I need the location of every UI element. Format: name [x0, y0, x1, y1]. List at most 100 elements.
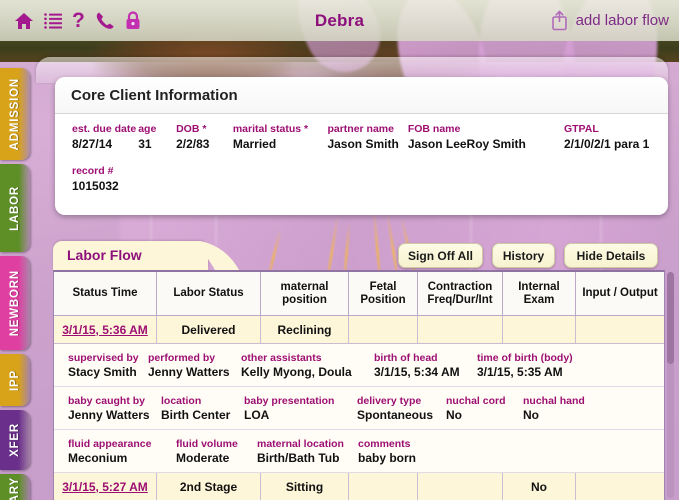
sidebar-item-label: IPP — [9, 370, 21, 391]
core-field-label: GTPAL — [564, 123, 668, 136]
detail-field-label: supervised by — [68, 352, 148, 365]
table-cell — [349, 316, 418, 343]
table-cell: Reclining — [261, 316, 349, 343]
sidebar-item-admission[interactable]: ADMISSION — [0, 68, 30, 160]
core-field-label: FOB name — [408, 123, 564, 136]
table-cell — [576, 316, 664, 343]
detail-field: time of birth (body)3/1/15, 5:35 AM — [477, 352, 597, 380]
row-detail-block: supervised byStacy Smithperformed byJenn… — [54, 344, 664, 387]
core-field: record #1015032 — [72, 165, 192, 194]
vertical-scrollbar[interactable] — [667, 272, 674, 498]
core-field-value: 1015032 — [72, 178, 192, 194]
core-field-value: Married — [233, 136, 328, 152]
table-body: 3/1/15, 5:36 AMDeliveredRecliningsupervi… — [54, 316, 664, 500]
detail-field-value: Spontaneous — [357, 408, 446, 423]
table-cell: No — [503, 473, 576, 500]
detail-field: delivery typeSpontaneous — [357, 395, 446, 423]
core-field-label: marital status * — [233, 123, 328, 136]
sidebar-item-label: SUMMARY — [9, 477, 21, 500]
hide-details-button[interactable]: Hide Details — [564, 243, 658, 268]
detail-field-label: baby caught by — [68, 395, 161, 408]
core-field-label: est. due date — [72, 123, 138, 136]
detail-field-label: nuchal cord — [446, 395, 523, 408]
detail-field-value: LOA — [244, 408, 357, 423]
detail-field-label: other assistants — [241, 352, 374, 365]
detail-field-value: Kelly Myong, Doula — [241, 365, 374, 380]
core-client-information-card: Core Client Information est. due date8/2… — [55, 77, 668, 215]
detail-field-value: Jenny Watters — [148, 365, 241, 380]
labor-flow-table: Status TimeLabor StatusmaternalpositionF… — [53, 270, 665, 500]
core-field: marital status *Married — [233, 123, 328, 152]
detail-field-value: No — [523, 408, 603, 423]
sidebar-item-summary[interactable]: SUMMARY — [0, 474, 30, 500]
sidebar-item-label: NEWBORN — [9, 270, 21, 336]
core-field-label: partner name — [327, 123, 407, 136]
table-cell: 3/1/15, 5:36 AM — [54, 316, 157, 343]
sidebar-item-xfer[interactable]: XFER — [0, 410, 30, 470]
detail-field-label: location — [161, 395, 244, 408]
core-field-value: Jason LeeRoy Smith — [408, 136, 564, 152]
table-cell — [576, 473, 664, 500]
table-cell: 3/1/15, 5:27 AM — [54, 473, 157, 500]
core-field-row-2: record #1015032 — [55, 152, 668, 194]
detail-field-value: Moderate — [176, 451, 257, 466]
table-row[interactable]: 3/1/15, 5:36 AM DeliveredReclining — [54, 316, 664, 344]
sidebar-item-label: LABOR — [9, 186, 21, 231]
core-field-label: DOB * — [176, 123, 233, 136]
detail-field-label: nuchal hand — [523, 395, 603, 408]
core-field: age31 — [138, 123, 176, 152]
detail-field-label: delivery type — [357, 395, 446, 408]
detail-field-label: time of birth (body) — [477, 352, 597, 365]
share-upload-icon — [550, 10, 569, 31]
column-header[interactable]: FetalPosition — [349, 272, 418, 315]
row-detail-block: baby caught byJenny WatterslocationBirth… — [54, 387, 664, 430]
sidebar-item-newborn[interactable]: NEWBORN — [0, 256, 30, 350]
status-time-link[interactable]: 3/1/15, 5:36 AM — [62, 323, 148, 337]
detail-field: commentsbaby born — [358, 438, 458, 466]
table-cell — [349, 473, 418, 500]
table-cell: Delivered — [157, 316, 261, 343]
table-cell: Sitting — [261, 473, 349, 500]
core-field-row-1: est. due date8/27/14age31DOB *2/2/83mari… — [55, 114, 668, 152]
table-cell — [418, 316, 503, 343]
table-cell — [418, 473, 503, 500]
sidebar-item-ipp[interactable]: IPP — [0, 354, 30, 406]
column-header[interactable]: maternalposition — [261, 272, 349, 315]
core-field-value: Jason Smith — [327, 136, 407, 152]
column-header[interactable]: ContractionFreq/Dur/Int — [418, 272, 503, 315]
detail-field: performed byJenny Watters — [148, 352, 241, 380]
column-header[interactable]: Labor Status — [157, 272, 261, 315]
table-header-row: Status TimeLabor StatusmaternalpositionF… — [54, 272, 664, 316]
labor-flow-tab[interactable]: Labor Flow — [53, 241, 208, 270]
top-toolbar: ? Debra add labor flow — [0, 0, 679, 41]
table-cell — [503, 316, 576, 343]
detail-field-label: birth of head — [374, 352, 477, 365]
core-field-value: 2/2/83 — [176, 136, 233, 152]
detail-field-label: maternal location — [257, 438, 358, 451]
scrollbar-thumb[interactable] — [667, 272, 674, 364]
core-client-card-wrapper: Core Client Information est. due date8/2… — [36, 57, 668, 215]
detail-field-value: 3/1/15, 5:34 AM — [374, 365, 477, 380]
detail-field-value: Stacy Smith — [68, 365, 148, 380]
core-field: partner nameJason Smith — [327, 123, 407, 152]
column-header[interactable]: InternalExam — [503, 272, 576, 315]
history-button[interactable]: History — [492, 243, 555, 268]
core-field: DOB *2/2/83 — [176, 123, 233, 152]
add-labor-flow-label: add labor flow — [576, 12, 669, 29]
sidebar-item-labor[interactable]: LABOR — [0, 164, 30, 252]
detail-field-value: 3/1/15, 5:35 AM — [477, 365, 597, 380]
sign-off-all-button[interactable]: Sign Off All — [398, 243, 483, 268]
table-row[interactable]: 3/1/15, 5:27 AM2nd StageSittingNo — [54, 473, 664, 500]
column-header[interactable]: Input / Output — [576, 272, 664, 315]
detail-field-value: Birth Center — [161, 408, 244, 423]
core-field: FOB nameJason LeeRoy Smith — [408, 123, 564, 152]
core-field-label: record # — [72, 165, 192, 178]
core-field: est. due date8/27/14 — [72, 123, 138, 152]
status-time-link[interactable]: 3/1/15, 5:27 AM — [62, 480, 148, 494]
detail-field-label: baby presentation — [244, 395, 357, 408]
detail-field-value: Jenny Watters — [68, 408, 161, 423]
core-field-value: 2/1/0/2/1 para 1 — [564, 136, 668, 152]
add-labor-flow-button[interactable]: add labor flow — [550, 10, 669, 31]
column-header[interactable]: Status Time — [54, 272, 157, 315]
detail-field-value: No — [446, 408, 523, 423]
